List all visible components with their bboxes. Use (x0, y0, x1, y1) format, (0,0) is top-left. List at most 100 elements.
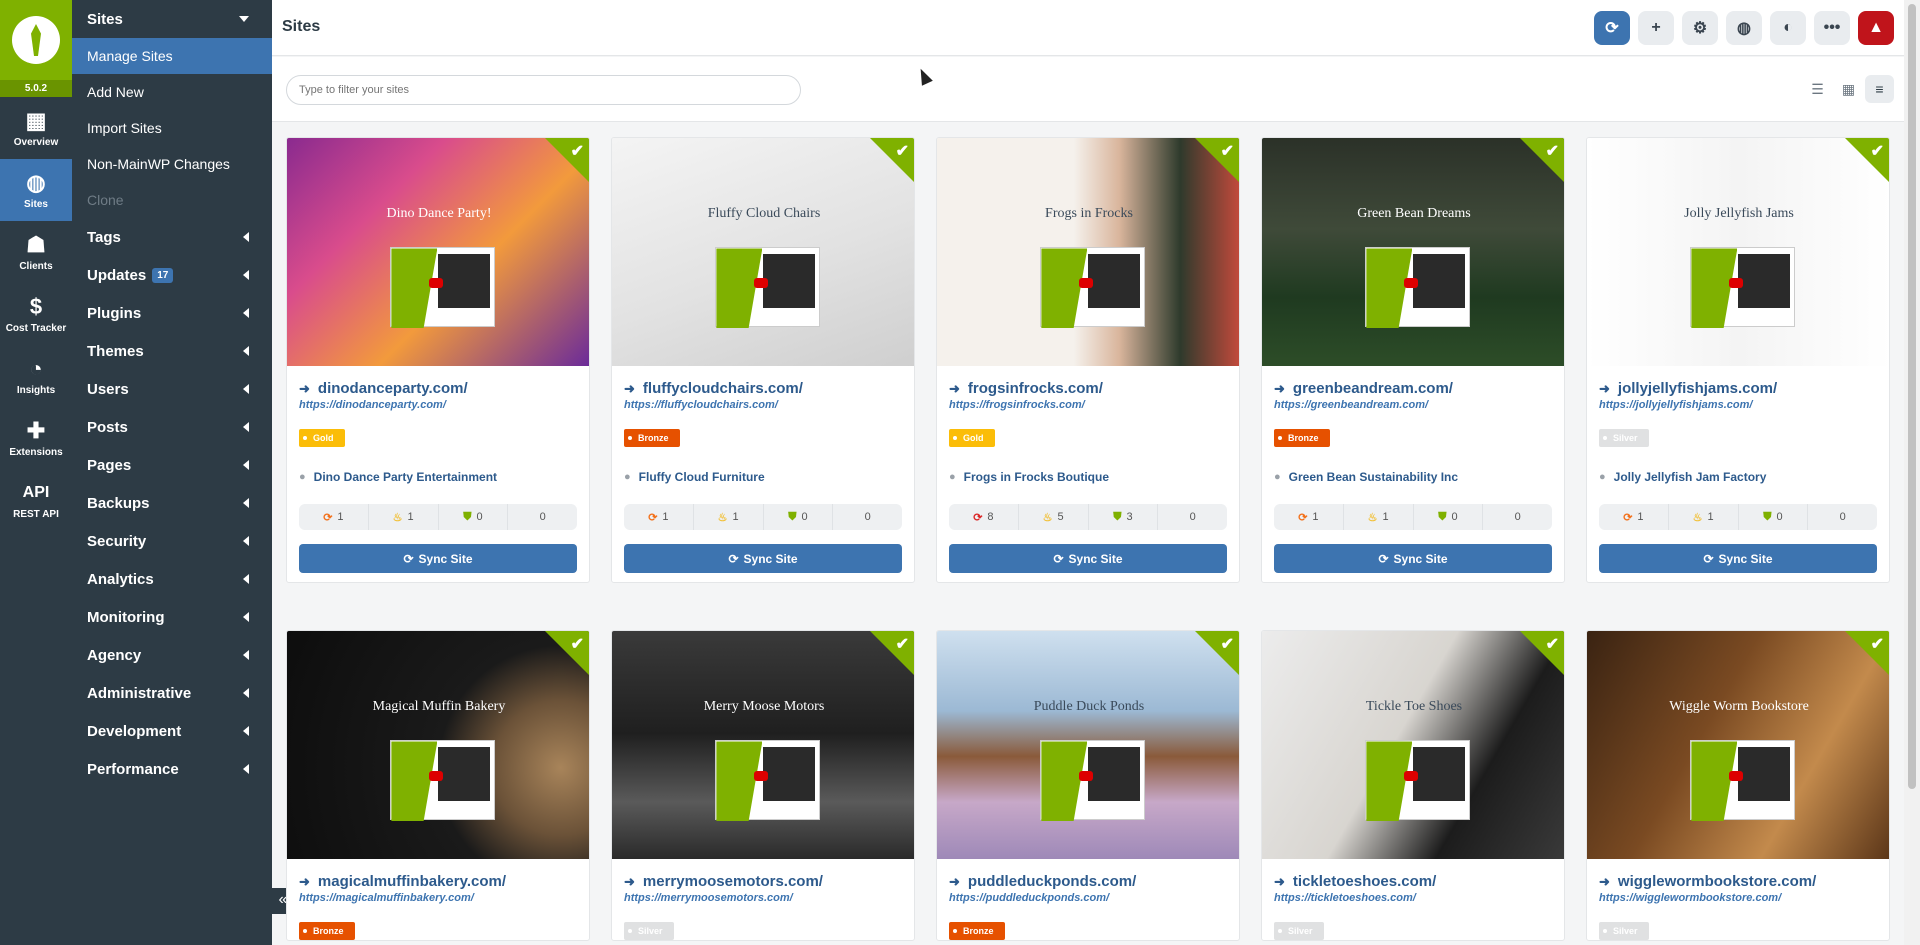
site-url-link[interactable]: https://puddleduckponds.com/ (949, 892, 1227, 904)
site-screenshot[interactable]: Tickle Toe Shoes ✔ (1262, 631, 1564, 859)
sync-all-button[interactable]: ⟳ (1594, 11, 1630, 45)
submenu-manage-sites[interactable]: Manage Sites (72, 38, 272, 74)
site-stat[interactable]: ⛊ 0 (1414, 504, 1484, 530)
site-tag-badge[interactable]: Bronze (1274, 429, 1330, 447)
site-stat[interactable]: ⟳ 1 (1599, 504, 1669, 530)
site-stat[interactable]: ♨ 1 (1344, 504, 1414, 530)
site-url-link[interactable]: https://jollyjellyfishjams.com/ (1599, 399, 1877, 411)
site-stat[interactable]: ⟳ 1 (1274, 504, 1344, 530)
site-stat[interactable]: 0 (1158, 504, 1227, 530)
site-stat[interactable]: ⛊ 0 (764, 504, 834, 530)
sync-site-button[interactable]: ⟳ Sync Site (299, 544, 577, 573)
client-link[interactable]: ● Fluffy Cloud Furniture (624, 470, 902, 484)
add-site-button[interactable]: + (1638, 11, 1674, 45)
site-stat[interactable]: ⟳ 1 (299, 504, 369, 530)
settings-button[interactable]: ⚙ (1682, 11, 1718, 45)
site-screenshot[interactable]: Wiggle Worm Bookstore ✔ (1587, 631, 1889, 859)
site-name-link[interactable]: ➜ greenbeandream.com/ (1274, 380, 1552, 397)
site-name-link[interactable]: ➜ frogsinfrocks.com/ (949, 380, 1227, 397)
site-name-link[interactable]: ➜ merrymoosemotors.com/ (624, 873, 902, 890)
sync-site-button[interactable]: ⟳ Sync Site (949, 544, 1227, 573)
submenu-add-new[interactable]: Add New (72, 74, 272, 110)
site-tag-badge[interactable]: Silver (624, 922, 674, 940)
menu-section-agency[interactable]: Agency (72, 636, 272, 674)
rail-item-rest-api[interactable]: API REST API (0, 469, 72, 531)
rail-item-overview[interactable]: ▦ Overview (0, 97, 72, 159)
submenu-import-sites[interactable]: Import Sites (72, 110, 272, 146)
site-tag-badge[interactable]: Gold (299, 429, 345, 447)
mainwp-logo[interactable] (0, 0, 72, 80)
menu-section-tags[interactable]: Tags (72, 218, 272, 256)
menu-section-monitoring[interactable]: Monitoring (72, 598, 272, 636)
site-tag-badge[interactable]: Silver (1599, 922, 1649, 940)
rail-item-extensions[interactable]: ✚ Extensions (0, 407, 72, 469)
menu-section-security[interactable]: Security (72, 522, 272, 560)
rail-item-clients[interactable]: ☗ Clients (0, 221, 72, 283)
site-tag-badge[interactable]: Gold (949, 429, 995, 447)
menu-section-themes[interactable]: Themes (72, 332, 272, 370)
menu-section-updates[interactable]: Updates 17 (72, 256, 272, 294)
client-link[interactable]: ● Jolly Jellyfish Jam Factory (1599, 470, 1877, 484)
site-name-link[interactable]: ➜ tickletoeshoes.com/ (1274, 873, 1552, 890)
site-stat[interactable]: ⛊ 0 (1739, 504, 1809, 530)
page-scrollbar[interactable] (1904, 0, 1920, 945)
rail-item-insights[interactable]: ◔ Insights (0, 345, 72, 407)
rail-item-cost-tracker[interactable]: $ Cost Tracker (0, 283, 72, 345)
site-tag-badge[interactable]: Silver (1599, 429, 1649, 447)
site-screenshot[interactable]: Dino Dance Party! ✔ (287, 138, 589, 366)
site-stat[interactable]: ⛊ 3 (1089, 504, 1159, 530)
site-screenshot[interactable]: Green Bean Dreams ✔ (1262, 138, 1564, 366)
menu-section-development[interactable]: Development (72, 712, 272, 750)
menu-section-posts[interactable]: Posts (72, 408, 272, 446)
menu-sites-header[interactable]: Sites (72, 0, 272, 38)
site-screenshot[interactable]: Puddle Duck Ponds ✔ (937, 631, 1239, 859)
client-link[interactable]: ● Frogs in Frocks Boutique (949, 470, 1227, 484)
site-name-link[interactable]: ➜ magicalmuffinbakery.com/ (299, 873, 577, 890)
site-stat[interactable]: ♨ 1 (694, 504, 764, 530)
client-link[interactable]: ● Green Bean Sustainability Inc (1274, 470, 1552, 484)
menu-section-performance[interactable]: Performance (72, 750, 272, 788)
site-name-link[interactable]: ➜ dinodanceparty.com/ (299, 380, 577, 397)
site-url-link[interactable]: https://wigglewormbookstore.com/ (1599, 892, 1877, 904)
scrollbar-thumb[interactable] (1908, 4, 1916, 789)
menu-section-analytics[interactable]: Analytics (72, 560, 272, 598)
sync-site-button[interactable]: ⟳ Sync Site (624, 544, 902, 573)
site-stat[interactable]: 0 (1483, 504, 1552, 530)
submenu-non-mainwp-changes[interactable]: Non-MainWP Changes (72, 146, 272, 182)
site-url-link[interactable]: https://merrymoosemotors.com/ (624, 892, 902, 904)
site-screenshot[interactable]: Merry Moose Motors ✔ (612, 631, 914, 859)
site-tag-badge[interactable]: Bronze (299, 922, 355, 940)
sync-site-button[interactable]: ⟳ Sync Site (1274, 544, 1552, 573)
site-url-link[interactable]: https://frogsinfrocks.com/ (949, 399, 1227, 411)
menu-section-plugins[interactable]: Plugins (72, 294, 272, 332)
site-stat[interactable]: ⟳ 8 (949, 504, 1019, 530)
site-stat[interactable]: ♨ 1 (1669, 504, 1739, 530)
site-url-link[interactable]: https://greenbeandream.com/ (1274, 399, 1552, 411)
site-tag-badge[interactable]: Bronze (624, 429, 680, 447)
site-stat[interactable]: ♨ 5 (1019, 504, 1089, 530)
site-name-link[interactable]: ➜ puddleduckponds.com/ (949, 873, 1227, 890)
menu-section-backups[interactable]: Backups (72, 484, 272, 522)
site-name-link[interactable]: ➜ jollyjellyfishjams.com/ (1599, 380, 1877, 397)
site-stat[interactable]: 0 (1808, 504, 1877, 530)
site-stat[interactable]: 0 (508, 504, 577, 530)
site-stat[interactable]: ⛊ 0 (439, 504, 509, 530)
theme-button[interactable]: ◐ (1770, 11, 1806, 45)
site-name-link[interactable]: ➜ fluffycloudchairs.com/ (624, 380, 902, 397)
site-stat[interactable]: ⟳ 1 (624, 504, 694, 530)
site-screenshot[interactable]: Magical Muffin Bakery ✔ (287, 631, 589, 859)
site-name-link[interactable]: ➜ wigglewormbookstore.com/ (1599, 873, 1877, 890)
more-button[interactable]: ••• (1814, 11, 1850, 45)
site-filter-input[interactable] (286, 75, 801, 105)
site-screenshot[interactable]: Fluffy Cloud Chairs ✔ (612, 138, 914, 366)
sync-site-button[interactable]: ⟳ Sync Site (1599, 544, 1877, 573)
client-link[interactable]: ● Dino Dance Party Entertainment (299, 470, 577, 484)
alert-button[interactable]: ▲ (1858, 11, 1894, 45)
list-view-button[interactable]: ☰ (1803, 75, 1832, 103)
site-url-link[interactable]: https://magicalmuffinbakery.com/ (299, 892, 577, 904)
grid-view-button[interactable]: ▦ (1834, 75, 1863, 103)
rail-item-sites[interactable]: ◍ Sites (0, 159, 72, 221)
table-view-button[interactable]: ≡ (1865, 75, 1894, 103)
menu-section-pages[interactable]: Pages (72, 446, 272, 484)
site-screenshot[interactable]: Jolly Jellyfish Jams ✔ (1587, 138, 1889, 366)
